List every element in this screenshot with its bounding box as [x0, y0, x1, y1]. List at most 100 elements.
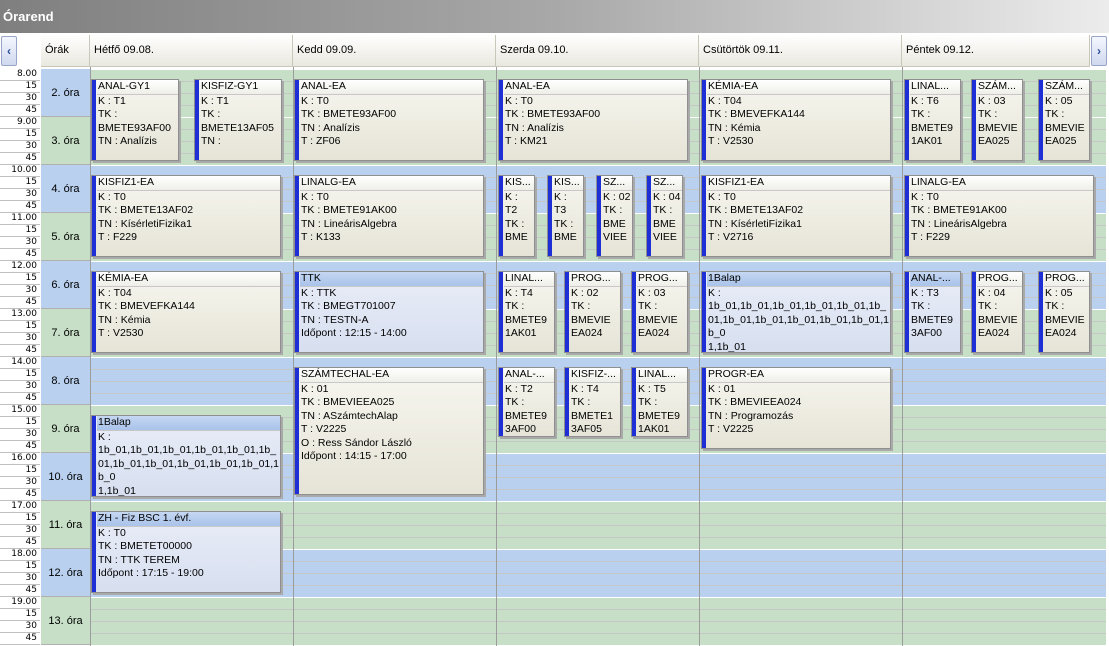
course-event[interactable]: ANAL-GY1 K : T1 TK : BMETE93AF00 TN : Analíz… [91, 79, 179, 161]
event-detail-line: T : V2225 [708, 423, 754, 435]
day-divider [699, 67, 700, 646]
event-accent-bar [702, 272, 706, 352]
course-event[interactable]: ANAL-... K : T2 TK : BMETE9 3AF00 [498, 367, 555, 437]
event-detail-line: K : T0 [505, 94, 533, 107]
event-detail-line: K : [708, 286, 721, 299]
time-tick: 45 [0, 249, 40, 261]
time-tick: 30 [0, 141, 40, 153]
course-event[interactable]: KIS... K : T3 TK : BME [547, 175, 584, 257]
course-event[interactable]: KÉMIA-EA K : T04 TK : BMEVEFKA144 TN : Kémi… [91, 271, 281, 353]
course-event[interactable]: ANAL-EA K : T0 TK : BMETE93AF00 TN : Analíz… [498, 79, 688, 161]
event-title: PROG... [977, 272, 1022, 287]
next-week-button[interactable]: › [1091, 36, 1107, 66]
event-detail-line: TK : BMETE13AF02 [98, 204, 194, 216]
course-event[interactable]: ANAL-... K : T3 TK : BMETE9 3AF00 [904, 271, 961, 353]
event-accent-bar [565, 272, 569, 352]
event-detail-line: EA025 [1045, 135, 1077, 147]
event-detail-line: Időpont : 12:15 - 14:00 [301, 327, 407, 339]
event-detail-line: TN : TTK TEREM [98, 553, 180, 566]
quarter-gridline [90, 261, 1106, 262]
time-tick: 13.00 [0, 309, 40, 321]
event-accent-bar [92, 80, 96, 160]
event-title: TTK [300, 272, 483, 287]
event-detail-line: TK : [638, 300, 658, 312]
event-detail-line: BMEVIE [638, 313, 678, 326]
course-event[interactable]: ANAL-EA K : T0 TK : BMETE93AF00 TN : Analíz… [294, 79, 484, 161]
event-title: ANAL-... [504, 368, 554, 383]
event-accent-bar [905, 272, 909, 352]
event-detail-line: TK : BMEGT701007 [301, 300, 396, 312]
course-event[interactable]: KISFIZ-... K : T4 TK : BMETE1 3AF05 [564, 367, 621, 437]
chevron-left-icon: ‹ [7, 44, 11, 58]
event-detail-line: VIEE [603, 231, 627, 243]
course-event[interactable]: LINALG-EA K : T0 TK : BMETE91AK00 TN : Line… [904, 175, 1094, 257]
event-detail-line: TK : [505, 300, 525, 312]
event-detail-line: BME [554, 231, 577, 243]
event-detail-line: EA024 [638, 327, 670, 339]
course-event[interactable]: PROGR-EA K : 01 TK : BMEVIEEA024 TN : Progr… [701, 367, 891, 449]
event-detail-line: 1AK01 [911, 135, 943, 147]
course-event[interactable]: SZÁMTECHAL-EA K : 01 TK : BMEVIEEA025 TN : … [294, 367, 484, 495]
course-event[interactable]: KÉMIA-EA K : T04 TK : BMEVEFKA144 TN : Kémi… [701, 79, 891, 161]
day-header-monday[interactable]: Hétfő 09.08. [90, 35, 293, 67]
time-tick: 11.00 [0, 213, 40, 225]
day-header-tuesday[interactable]: Kedd 09.09. [293, 35, 496, 67]
event-detail-line: BME [603, 217, 626, 230]
event-accent-bar [702, 80, 706, 160]
course-event[interactable]: PROG... K : 03 TK : BMEVIE EA024 [631, 271, 688, 353]
course-event[interactable]: 1Balap K :1b_01,1b_01,1b_01,1b_01,1b_01,1… [91, 415, 281, 497]
event-detail-line: K : T6 [911, 94, 939, 107]
event-detail-line: 3AF00 [505, 423, 536, 435]
course-event[interactable]: LINALG-EA K : T0 TK : BMETE91AK00 TN : Line… [294, 175, 484, 257]
course-event[interactable]: SZ... K : 02 TK : BME VIEE [596, 175, 633, 257]
previous-week-button[interactable]: ‹ [1, 36, 17, 66]
course-event[interactable]: SZÁM... K : 05 TK : BMEVIE EA025 [1038, 79, 1090, 161]
event-accent-bar [295, 272, 299, 352]
course-event[interactable]: PROG... K : 04 TK : BMEVIE EA024 [971, 271, 1023, 353]
day-header-friday[interactable]: Péntek 09.12. [902, 35, 1090, 67]
time-tick: 14.00 [0, 357, 40, 369]
event-accent-bar [195, 80, 199, 160]
day-header-thursday[interactable]: Csütörtök 09.11. [699, 35, 902, 67]
event-detail-line: T3 [554, 204, 567, 216]
time-tick: 30 [0, 285, 40, 297]
time-tick: 45 [0, 633, 40, 645]
course-event[interactable]: SZÁM... K : 03 TK : BMEVIE EA025 [971, 79, 1023, 161]
event-detail-line: T : ZF06 [301, 135, 341, 147]
course-event[interactable]: PROG... K : 05 TK : BMEVIE EA024 [1038, 271, 1090, 353]
event-title: KIS... [504, 176, 534, 191]
period-label: 3. óra [41, 117, 90, 165]
course-event[interactable]: LINAL... K : T6 TK : BMETE9 1AK01 [904, 79, 961, 161]
event-detail-line: TK : [571, 396, 591, 408]
course-event[interactable]: 1Balap K :1b_01,1b_01,1b_01,1b_01,1b_01,1… [701, 271, 891, 353]
event-detail-line: VIEE [653, 231, 677, 243]
time-tick: 18.00 [0, 549, 40, 561]
course-event[interactable]: TTK K : TTK TK : BMEGT701007 TN : TESTN-A Id… [294, 271, 484, 353]
event-accent-bar [295, 176, 299, 256]
event-detail-line: TK : [638, 396, 658, 408]
time-tick: 15 [0, 561, 40, 573]
event-title: KISFIZ-GY1 [200, 80, 281, 95]
event-detail-line: K : 04 [978, 286, 1006, 299]
course-event[interactable]: KISFIZ1-EA K : T0 TK : BMETE13AF02 TN : Kís… [91, 175, 281, 257]
event-detail-line: 1b_01,1b_01,1b_01,1b_01,1b_01,1b_01,1b_0… [708, 300, 890, 339]
event-detail-line: K : 05 [1045, 94, 1073, 107]
event-accent-bar [499, 80, 503, 160]
event-title: LINALG-EA [910, 176, 1093, 191]
event-accent-bar [597, 176, 601, 256]
event-detail-line: T : F229 [98, 231, 137, 243]
course-event[interactable]: LINAL... K : T5 TK : BMETE9 1AK01 [631, 367, 688, 437]
event-detail-line: O : Ress Sándor László [301, 436, 412, 449]
day-header-wednesday[interactable]: Szerda 09.10. [496, 35, 699, 67]
period-label: 12. óra [41, 549, 90, 597]
course-event[interactable]: PROG... K : 02 TK : BMEVIE EA024 [564, 271, 621, 353]
course-event[interactable]: KISFIZ-GY1 K : T1 TK : BMETE13AF05 TN : [194, 79, 282, 161]
event-accent-bar [499, 368, 503, 436]
course-event[interactable]: KIS... K : T2 TK : BME [498, 175, 535, 257]
course-event[interactable]: KISFIZ1-EA K : T0 TK : BMETE13AF02 TN : Kís… [701, 175, 891, 257]
window-title: Órarend [0, 0, 1109, 33]
course-event[interactable]: ZH - Fiz BSC 1. évf. K : T0 TK : BMETET000… [91, 511, 281, 593]
event-detail-line: TK : [554, 217, 574, 230]
course-event[interactable]: SZ... K : 04 TK : BME VIEE [646, 175, 683, 257]
course-event[interactable]: LINAL... K : T4 TK : BMETE9 1AK01 [498, 271, 555, 353]
